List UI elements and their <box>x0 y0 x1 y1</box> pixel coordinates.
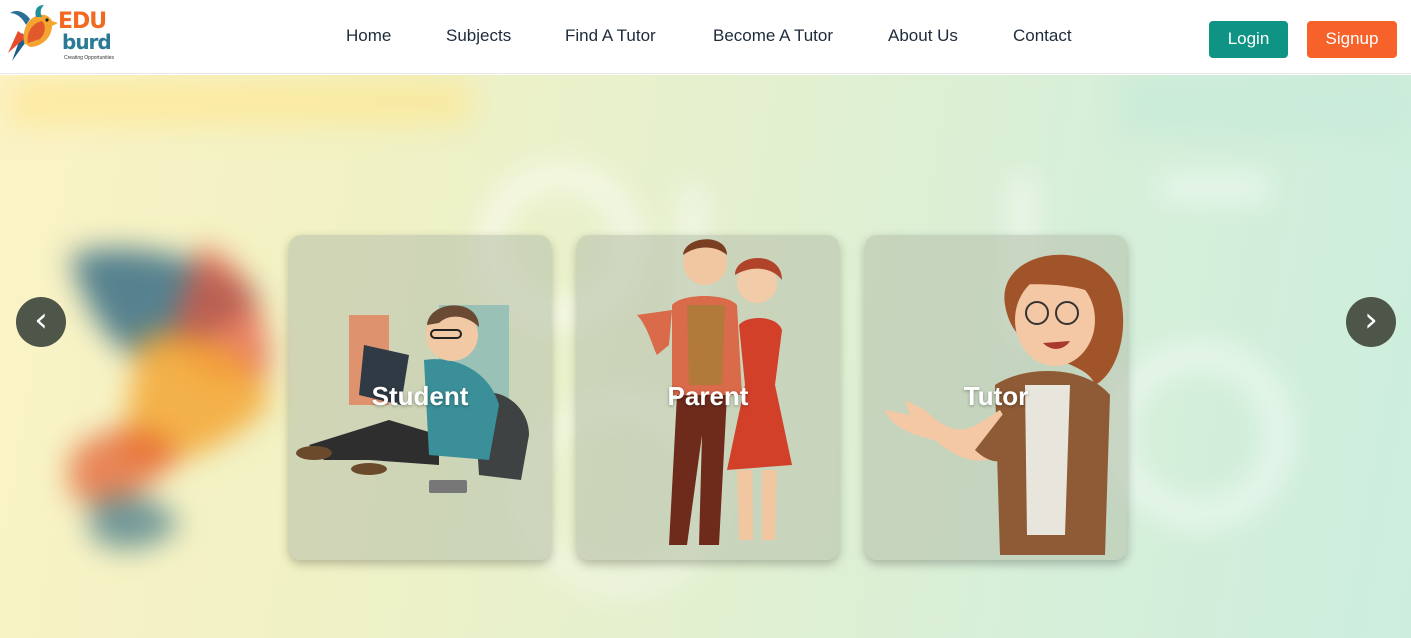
card-label-student: Student <box>371 381 469 411</box>
signup-button[interactable]: Signup <box>1307 21 1397 58</box>
carousel-next-button[interactable]: › <box>1346 297 1396 347</box>
logo-tagline: Creating Opportunities <box>64 55 115 61</box>
role-card-tutor[interactable]: Tutor <box>865 235 1127 560</box>
nav-home[interactable]: Home <box>346 26 391 46</box>
logo-wordmark-burd: burd <box>62 30 112 54</box>
bird-logo-icon <box>8 5 58 61</box>
role-card-parent[interactable]: Parent <box>577 235 839 560</box>
site-header: EDU burd Creating Opportunities Home Sub… <box>0 0 1411 74</box>
nav-become-a-tutor[interactable]: Become A Tutor <box>713 26 833 46</box>
nav-contact[interactable]: Contact <box>1013 26 1072 46</box>
hero-section: ‹ › Student Parent Tutor <box>0 75 1411 638</box>
login-button[interactable]: Login <box>1209 21 1288 58</box>
nav-about-us[interactable]: About Us <box>888 26 958 46</box>
carousel-prev-button[interactable]: ‹ <box>16 297 66 347</box>
nav-find-a-tutor[interactable]: Find A Tutor <box>565 26 656 46</box>
eduburd-logo[interactable]: EDU burd Creating Opportunities <box>6 3 118 69</box>
role-card-student[interactable]: Student <box>289 235 551 560</box>
card-label-parent: Parent <box>667 381 749 411</box>
card-label-tutor: Tutor <box>963 381 1029 411</box>
nav-subjects[interactable]: Subjects <box>446 26 511 46</box>
